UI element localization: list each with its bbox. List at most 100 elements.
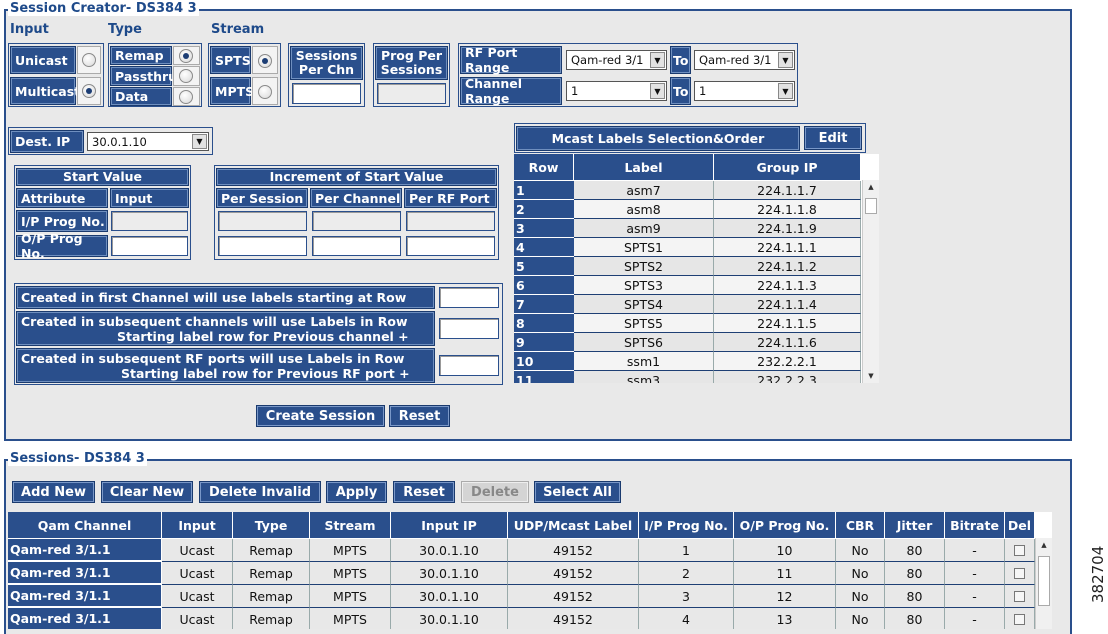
session-cell[interactable]: 49152 [508, 608, 639, 629]
prog-per-sessions-input[interactable] [377, 83, 446, 104]
mcast-row-group-ip[interactable]: 224.1.1.8 [714, 200, 861, 219]
session-cell[interactable]: 1 [639, 539, 734, 562]
op-prog-no-input[interactable] [111, 236, 188, 256]
session-cell[interactable]: Remap [233, 585, 310, 608]
session-cell[interactable]: 80 [885, 562, 945, 585]
session-cell[interactable]: 30.0.1.10 [391, 539, 508, 562]
mcast-row-number[interactable]: 4 [514, 238, 574, 257]
mcast-row-number[interactable]: 10 [514, 352, 574, 371]
mpts-radio[interactable] [258, 85, 272, 99]
delete-button[interactable]: Delete [461, 481, 529, 503]
mcast-scrollbar[interactable]: ▲ ▼ [862, 180, 879, 383]
sessions-scrollbar[interactable]: ▲ [1035, 538, 1052, 629]
session-cell[interactable]: MPTS [310, 585, 391, 608]
session-cell[interactable]: 30.0.1.10 [391, 608, 508, 629]
session-cell[interactable]: No [836, 608, 885, 629]
mcast-row-group-ip[interactable]: 224.1.1.9 [714, 219, 861, 238]
session-cell[interactable]: 49152 [508, 585, 639, 608]
session-cell[interactable]: 3 [639, 585, 734, 608]
mcast-row-label[interactable]: SPTS6 [574, 333, 714, 352]
mcast-row-number[interactable]: 8 [514, 314, 574, 333]
session-cell[interactable]: 80 [885, 585, 945, 608]
creator-reset-button[interactable]: Reset [389, 405, 450, 427]
session-cell[interactable]: Remap [233, 608, 310, 629]
session-cell[interactable]: Ucast [162, 539, 233, 562]
clear-new-button[interactable]: Clear New [101, 481, 193, 503]
mcast-row-group-ip[interactable]: 224.1.1.7 [714, 181, 861, 200]
session-cell[interactable]: 49152 [508, 562, 639, 585]
scroll-down-icon[interactable]: ▼ [863, 372, 879, 380]
session-cell[interactable]: 80 [885, 539, 945, 562]
session-cell[interactable]: 49152 [508, 539, 639, 562]
sessions-col-header[interactable]: Input IP [391, 512, 508, 538]
session-cell[interactable]: MPTS [310, 562, 391, 585]
sessions-col-header[interactable]: Input [162, 512, 233, 538]
session-qam-channel[interactable]: Qam-red 3/1.1 [8, 562, 162, 584]
dest-ip-select[interactable]: 30.0.1.10 ▼ [87, 132, 209, 151]
session-qam-channel[interactable]: Qam-red 3/1.1 [8, 608, 162, 629]
mcast-row-group-ip[interactable]: 224.1.1.4 [714, 295, 861, 314]
mcast-row-group-ip[interactable]: 232.2.2.3 [714, 371, 861, 383]
session-cell[interactable]: No [836, 562, 885, 585]
data-radio[interactable] [179, 90, 193, 104]
sessions-reset-button[interactable]: Reset [393, 481, 455, 503]
sessions-col-header[interactable]: I/P Prog No. [639, 512, 734, 538]
delete-checkbox[interactable] [1014, 567, 1025, 579]
mcast-row-number[interactable]: 9 [514, 333, 574, 352]
mcast-row-label[interactable]: SPTS5 [574, 314, 714, 333]
session-cell[interactable]: - [945, 539, 1005, 562]
ip-per-channel-input[interactable] [312, 211, 401, 231]
session-cell[interactable]: 80 [885, 608, 945, 629]
session-cell[interactable]: Ucast [162, 608, 233, 629]
delete-invalid-button[interactable]: Delete Invalid [199, 481, 321, 503]
mcast-row-label[interactable]: asm7 [574, 181, 714, 200]
sessions-col-header[interactable]: Jitter [885, 512, 945, 538]
mcast-row-label[interactable]: asm9 [574, 219, 714, 238]
session-cell[interactable]: No [836, 539, 885, 562]
mcast-row-group-ip[interactable]: 224.1.1.3 [714, 276, 861, 295]
mcast-row-number[interactable]: 2 [514, 200, 574, 219]
mcast-row-number[interactable]: 5 [514, 257, 574, 276]
session-cell[interactable]: 30.0.1.10 [391, 562, 508, 585]
mcast-row-group-ip[interactable]: 232.2.2.1 [714, 352, 861, 371]
scroll-thumb[interactable] [865, 198, 877, 214]
mcast-row-number[interactable]: 6 [514, 276, 574, 295]
mcast-row-number[interactable]: 3 [514, 219, 574, 238]
apply-button[interactable]: Apply [326, 481, 387, 503]
mcast-row-number[interactable]: 7 [514, 295, 574, 314]
op-per-rf-port-input[interactable] [406, 236, 495, 256]
remap-radio[interactable] [179, 49, 193, 63]
rule-first-channel-input[interactable] [439, 287, 499, 308]
session-cell[interactable]: MPTS [310, 539, 391, 562]
select-all-button[interactable]: Select All [534, 481, 621, 503]
mcast-row-label[interactable]: ssm3 [574, 371, 714, 383]
session-cell[interactable]: No [836, 585, 885, 608]
session-cell[interactable]: - [945, 562, 1005, 585]
op-per-session-input[interactable] [218, 236, 307, 256]
mcast-row-label[interactable]: SPTS4 [574, 295, 714, 314]
ip-prog-no-input[interactable] [111, 211, 188, 231]
scroll-up-icon[interactable]: ▲ [863, 183, 879, 191]
session-cell[interactable]: 2 [639, 562, 734, 585]
create-session-button[interactable]: Create Session [256, 405, 385, 427]
scroll-up-icon[interactable]: ▲ [1036, 541, 1052, 549]
session-cell[interactable]: Ucast [162, 585, 233, 608]
sessions-col-header[interactable]: O/P Prog No. [734, 512, 836, 538]
session-cell[interactable]: Remap [233, 562, 310, 585]
rule-subsequent-channels-input[interactable] [439, 318, 499, 339]
session-cell[interactable]: Ucast [162, 562, 233, 585]
mcast-row-label[interactable]: SPTS1 [574, 238, 714, 257]
sessions-col-header[interactable]: CBR [836, 512, 885, 538]
mcast-row-number[interactable]: 11 [514, 371, 574, 383]
session-cell[interactable]: 4 [639, 608, 734, 629]
channel-from-select[interactable]: 1 ▼ [566, 81, 667, 101]
delete-checkbox[interactable] [1014, 613, 1025, 625]
ip-per-rf-port-input[interactable] [406, 211, 495, 231]
mcast-row-label[interactable]: asm8 [574, 200, 714, 219]
delete-checkbox[interactable] [1014, 544, 1025, 556]
spts-radio[interactable] [258, 54, 272, 68]
mcast-row-group-ip[interactable]: 224.1.1.6 [714, 333, 861, 352]
sessions-col-header[interactable]: Qam Channel [8, 512, 162, 538]
sessions-col-header[interactable]: Del [1005, 512, 1035, 538]
mcast-row-label[interactable]: SPTS3 [574, 276, 714, 295]
